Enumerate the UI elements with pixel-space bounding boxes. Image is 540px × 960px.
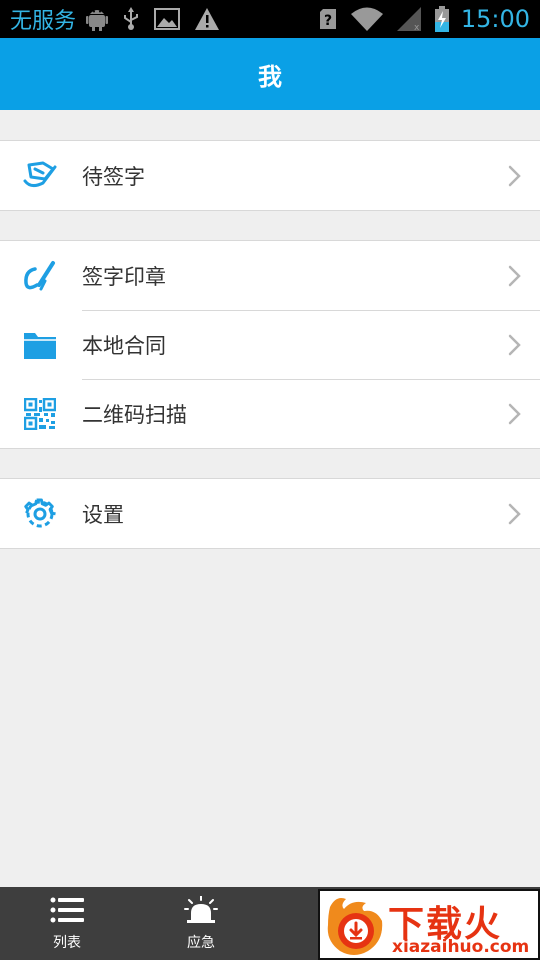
menu-group-1: 待签字 — [0, 140, 540, 211]
carrier-label: 无服务 — [10, 9, 77, 34]
clock: 15:00 — [460, 5, 530, 33]
chevron-right-icon — [490, 403, 540, 425]
sim-unknown-icon: ? — [319, 8, 337, 30]
tab-list[interactable]: 列表 — [0, 887, 134, 960]
menu-item-label: 签字印章 — [82, 264, 166, 289]
menu-item-local-contracts[interactable]: 本地合同 — [0, 310, 540, 379]
usb-icon — [122, 7, 140, 31]
android-debug-icon — [86, 7, 109, 31]
chevron-right-icon — [490, 334, 540, 356]
chevron-right-icon — [490, 503, 540, 525]
svg-text:?: ? — [324, 13, 332, 29]
image-icon — [154, 8, 181, 30]
menu-group-3: 设置 — [0, 478, 540, 549]
title-bar: 我 — [0, 38, 540, 110]
chevron-right-icon — [490, 165, 540, 187]
status-bar: 无服务 ? x 15:00 — [0, 0, 540, 38]
tab-emergency[interactable]: 应急 — [134, 887, 268, 960]
ad-url: xiazaihuo.com — [392, 937, 530, 957]
gear-icon — [0, 497, 80, 530]
signal-icon: x — [396, 7, 421, 31]
tab-label: 应急 — [187, 934, 215, 951]
alarm-light-icon — [184, 894, 218, 928]
wifi-icon — [350, 7, 383, 31]
menu-item-qr-scan[interactable]: 二维码扫描 — [0, 379, 540, 448]
folder-icon — [0, 330, 80, 360]
svg-text:x: x — [414, 23, 420, 31]
chevron-right-icon — [490, 265, 540, 287]
menu-item-signature-stamp[interactable]: 签字印章 — [0, 241, 540, 310]
list-icon — [50, 896, 84, 928]
menu-item-label: 本地合同 — [82, 333, 166, 358]
menu-item-settings[interactable]: 设置 — [0, 479, 540, 548]
menu-item-pending-signature[interactable]: 待签字 — [0, 141, 540, 210]
sign-pending-icon — [0, 161, 80, 191]
menu-item-label: 待签字 — [82, 164, 145, 189]
menu-item-label: 设置 — [82, 502, 124, 527]
menu-group-2: 签字印章 本地合同 二维码扫描 — [0, 240, 540, 449]
flame-logo-icon — [322, 893, 386, 958]
signature-pen-icon — [0, 259, 80, 293]
qr-code-icon — [0, 397, 80, 430]
battery-charging-icon — [434, 6, 449, 32]
menu-item-label: 二维码扫描 — [82, 402, 187, 427]
tab-label: 列表 — [53, 934, 81, 951]
ad-banner[interactable]: 下载火 xiazaihuo.com — [318, 889, 540, 960]
page-title: 我 — [258, 62, 282, 91]
warning-icon — [194, 7, 220, 31]
